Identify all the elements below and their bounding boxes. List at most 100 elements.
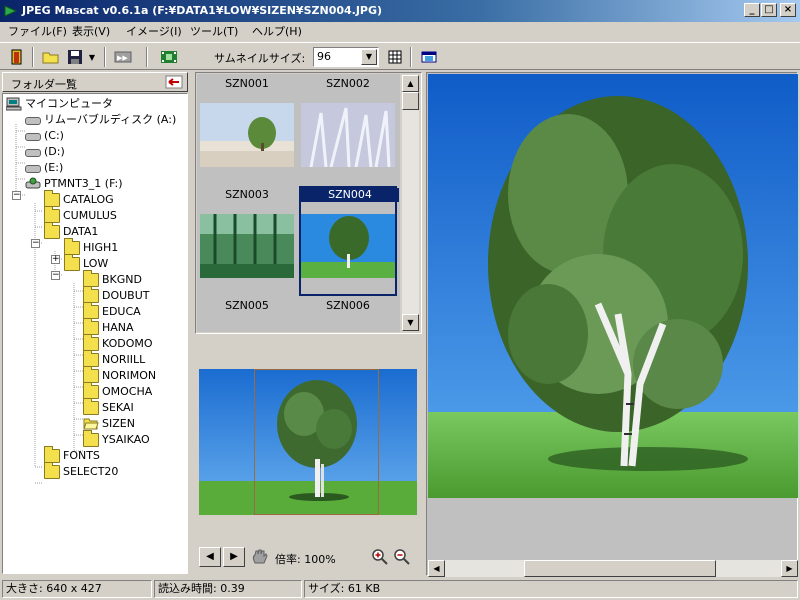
scroll-left-icon[interactable]: ◀ [428, 560, 445, 577]
folder-icon [83, 318, 99, 335]
title-bar: JPEG Mascat v0.6.1a (F:¥DATA1¥LOW¥SIZEN¥… [0, 0, 800, 22]
main-image-pane: ◀ ▶ [426, 72, 798, 577]
tree-node-label: SIZEN [102, 417, 135, 430]
thumbnail-szn006[interactable]: SZN006 [299, 297, 397, 332]
app-icon [4, 5, 18, 17]
tree-node-label: KODOMO [102, 337, 153, 350]
horizontal-scroll-thumb[interactable] [524, 560, 716, 577]
tree-node-ysaikao[interactable]: YSAIKAO [83, 430, 150, 448]
thumbnail-szn004[interactable]: SZN004 [299, 186, 399, 296]
navigator-preview[interactable] [199, 369, 417, 515]
fit-window-icon [421, 51, 437, 63]
scroll-thumb[interactable] [402, 92, 419, 110]
thumbnail-szn002[interactable]: SZN002 [299, 75, 397, 185]
scroll-down-icon[interactable]: ▼ [402, 314, 419, 331]
main-image-horizontal-scrollbar[interactable]: ◀ ▶ [428, 560, 798, 577]
collapse-toggle[interactable]: − [31, 239, 40, 248]
drive-icon [25, 117, 41, 125]
thumbnail-caption: SZN004 [301, 188, 399, 202]
exit-button[interactable] [6, 46, 28, 68]
minimize-button[interactable]: _ [744, 3, 760, 17]
tree-node-label: (D:) [44, 145, 65, 158]
tree-node-cumulus[interactable]: CUMULUS [44, 206, 117, 224]
tree-node-catalog[interactable]: CATALOG [44, 190, 114, 208]
tree-node-label: YSAIKAO [102, 433, 150, 446]
zoom-in-icon[interactable] [371, 548, 389, 566]
menu-file[interactable]: ファイル(F) [4, 24, 71, 40]
tree-node-sekai[interactable]: SEKAI [83, 398, 134, 416]
grid-view-button[interactable] [384, 46, 406, 68]
collapse-toggle[interactable]: − [12, 191, 21, 200]
folder-icon [44, 462, 60, 479]
tree-node-drive-a[interactable]: リムーバブルディスク (A:) [25, 112, 176, 128]
thumbnail-scrollbar[interactable]: ▲ ▼ [402, 75, 419, 331]
tree-node-norimon[interactable]: NORIMON [83, 366, 157, 384]
thumbnail-caption: SZN002 [326, 77, 370, 90]
menu-tools[interactable]: ツール(T) [186, 24, 242, 40]
hand-tool-icon[interactable] [251, 549, 269, 565]
tree-node-noriill[interactable]: NORIILL [83, 350, 145, 368]
tree-node-label: リムーバブルディスク (A:) [44, 113, 177, 126]
status-file-size: サイズ: 61 KB [304, 580, 798, 598]
chevron-down-icon[interactable]: ▼ [361, 49, 377, 65]
tree-node-label: NORIMON [102, 369, 157, 382]
menu-help[interactable]: ヘルプ(H) [248, 24, 306, 40]
tree-node-label: BKGND [102, 273, 142, 286]
folder-icon [83, 382, 99, 399]
viewport-rectangle[interactable] [254, 369, 379, 515]
toolbar: ▼ ▶▶ サムネイルサイズ: 96 ▼ [0, 42, 800, 70]
thumbnail-size-select[interactable]: 96 ▼ [313, 47, 379, 67]
thumbnail-size-label: サムネイルサイズ: [214, 52, 306, 65]
thumbnail-caption: SZN005 [225, 299, 269, 312]
tree-node-label: SELECT20 [63, 465, 119, 478]
slideshow-button[interactable]: ▶▶ [112, 46, 134, 68]
thumbnail-szn005[interactable]: SZN005 [198, 297, 296, 332]
open-folder-button[interactable] [40, 46, 62, 68]
slideshow-icon: ▶▶ [114, 51, 132, 63]
tree-node-doubut[interactable]: DOUBUT [83, 286, 150, 304]
tree-node-select20[interactable]: SELECT20 [44, 462, 119, 480]
tree-node-drive-e[interactable]: (E:) [25, 160, 63, 176]
save-button[interactable] [64, 46, 86, 68]
tree-node-omocha[interactable]: OMOCHA [83, 382, 153, 400]
scroll-right-icon[interactable]: ▶ [781, 560, 798, 577]
folder-icon [44, 446, 60, 463]
folder-tree[interactable]: マイコンピュータ リムーバブルディスク (A:) (C:) (D:) (E:) … [2, 93, 188, 574]
collapse-toggle[interactable]: − [51, 271, 60, 280]
close-pane-icon[interactable] [165, 75, 183, 89]
main-image-view[interactable] [428, 74, 798, 498]
zoom-out-icon[interactable] [393, 548, 411, 566]
save-dropdown[interactable]: ▼ [86, 46, 98, 68]
thumbnail-grid: SZN001 SZN002 SZN003 SZN004 SZN005 SZN00… [197, 74, 400, 332]
svg-text:▶▶: ▶▶ [117, 54, 128, 62]
tree-node-drive-d[interactable]: (D:) [25, 144, 65, 160]
tree-node-drive-c[interactable]: (C:) [25, 128, 64, 144]
filmstrip-button[interactable] [158, 46, 180, 68]
folder-pane: フォルダ一覧 マイコンピュータ リムーバブルディスク (A:) (C:) (D:… [2, 72, 188, 574]
tree-node-drive-f[interactable]: PTMNT3_1 (F:) [25, 176, 123, 192]
thumbnail-image [200, 103, 294, 167]
tree-node-kodomo[interactable]: KODOMO [83, 334, 153, 352]
folder-icon [83, 366, 99, 383]
drive-icon [25, 133, 41, 141]
fit-window-button[interactable] [418, 46, 440, 68]
maximize-button[interactable]: □ [761, 3, 777, 17]
scroll-up-icon[interactable]: ▲ [402, 75, 419, 92]
thumbnail-image [301, 214, 395, 278]
expand-toggle[interactable]: + [51, 255, 60, 264]
folder-icon [83, 286, 99, 303]
thumbnail-szn003[interactable]: SZN003 [198, 186, 296, 296]
navigator-toolbar: ◀ ▶ 倍率: 100% [195, 544, 422, 570]
folder-icon [44, 190, 60, 207]
status-bar: 大きさ: 640 x 427 読込み時間: 0.39 サイズ: 61 KB [0, 578, 800, 600]
thumbnail-caption: SZN006 [326, 299, 370, 312]
previous-image-button[interactable]: ◀ [199, 547, 221, 567]
close-button[interactable]: × [780, 3, 796, 17]
tree-node-label: OMOCHA [102, 385, 153, 398]
next-image-button[interactable]: ▶ [223, 547, 245, 567]
menu-view[interactable]: 表示(V) [68, 24, 114, 40]
menu-image[interactable]: イメージ(I) [122, 24, 186, 40]
thumbnail-szn001[interactable]: SZN001 [198, 75, 296, 185]
tree-node-my-computer[interactable]: マイコンピュータ [6, 96, 113, 112]
open-folder-icon [83, 418, 99, 430]
